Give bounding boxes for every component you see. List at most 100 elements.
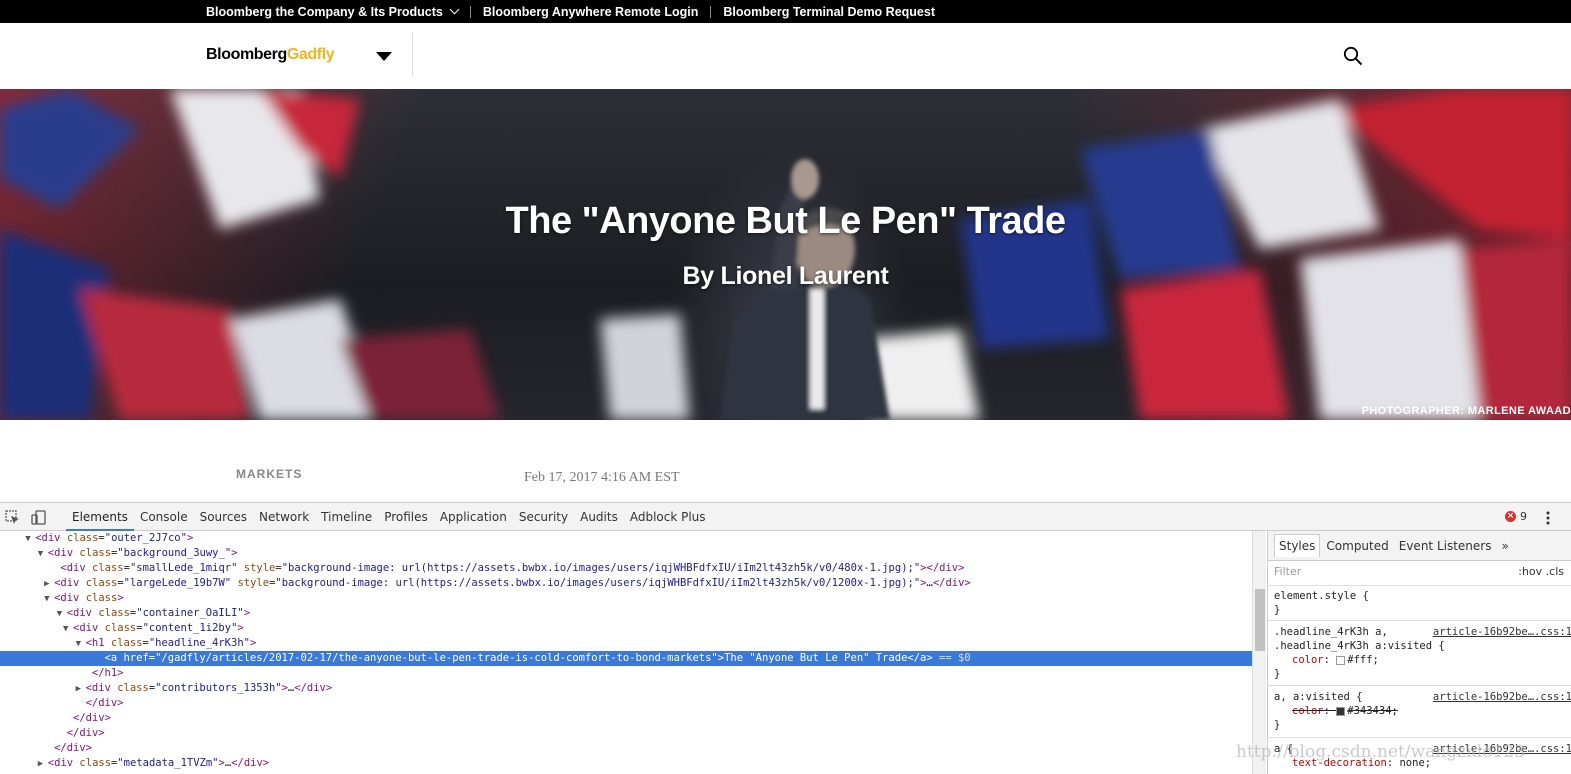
dom-node-selected[interactable]: <a href="/gadfly/articles/2017-02-17/the… [0,651,1252,666]
dom-node-markup: <div class="outer_2J7co"> [35,532,194,544]
dom-node[interactable]: ▼ <div class="outer_2J7co"> [0,531,1252,546]
site-header: BloombergGadfly [0,23,1571,89]
remote-login-link[interactable]: Bloomberg Anywhere Remote Login [483,5,699,19]
more-options-icon[interactable] [1545,510,1551,526]
tab-application[interactable]: Application [434,503,513,531]
dom-node[interactable]: </h1> [0,666,1252,681]
rule-headline-link[interactable]: .headline_4rK3h a, article-16b92be….css:… [1274,625,1571,681]
error-icon: × [1505,511,1516,522]
caret-down-icon[interactable] [376,52,392,61]
dom-node[interactable]: </div> [0,726,1252,741]
rule-divider [1268,685,1571,686]
section-label[interactable]: MARKETS [236,467,302,481]
more-tabs-icon[interactable]: » [1497,535,1512,557]
rule-source-link[interactable]: article-16b92be….css:1 [1433,625,1571,639]
tab-profiles[interactable]: Profiles [378,503,434,531]
bloomberg-gadfly-logo[interactable]: BloombergGadfly [206,46,335,64]
search-icon[interactable] [1343,46,1363,66]
rule-selector: element.style { [1274,590,1369,602]
dom-node[interactable]: ▼ <div class="content_1i2by"> [0,621,1252,636]
rule-value: #fff; [1347,654,1379,666]
scrollbar-thumb[interactable] [1255,589,1265,651]
rule-element-style[interactable]: element.style { } [1274,589,1571,617]
dom-node-markup: <a href="/gadfly/articles/2017-02-17/the… [104,652,971,664]
styles-tabs: Styles Computed Event Listeners » [1268,531,1571,561]
tab-elements[interactable]: Elements [66,503,134,531]
tab-sources[interactable]: Sources [194,503,253,531]
dom-node[interactable]: ▶ <div class="contributors_1353h">…</div> [0,681,1252,696]
tab-styles[interactable]: Styles [1274,534,1321,557]
rule-divider [1268,620,1571,621]
tab-network[interactable]: Network [253,503,315,531]
filter-input[interactable]: Filter [1274,565,1301,578]
expand-triangle-open-icon[interactable]: ▼ [44,592,54,607]
dom-node-markup: <div class> [54,592,124,604]
dom-node-markup: <div class="metadata_1TVZm">…</div> [47,757,270,769]
article-byline[interactable]: By Lionel Laurent [0,262,1571,291]
rule-declaration[interactable]: color: #fff; [1274,653,1571,667]
expand-triangle-closed-icon[interactable]: ▶ [44,577,54,592]
dom-node-markup: </h1> [91,667,124,679]
dom-node-markup: <h1 class="headline_4rK3h"> [85,637,257,649]
tab-adblock-plus[interactable]: Adblock Plus [624,503,712,531]
expand-triangle-open-icon[interactable]: ▼ [38,547,48,562]
chevron-down-icon [449,4,460,15]
dom-node-markup: <div class="smallLede_1miqr" style="back… [60,562,965,574]
top-nav-bar: Bloomberg the Company & Its Products Blo… [0,0,1571,23]
devtools-panel: Elements Console Sources Network Timelin… [0,502,1571,774]
inspect-element-icon[interactable] [5,510,20,525]
tab-timeline[interactable]: Timeline [315,503,378,531]
rule-source-link[interactable]: article-16b92be….css:1 [1433,690,1571,704]
rule-close: } [1274,604,1281,616]
dom-node-markup: <div class="largeLede_19b7W" style="back… [54,577,971,589]
terminal-demo-link[interactable]: Bloomberg Terminal Demo Request [723,5,935,19]
dom-node[interactable]: <div class="smallLede_1miqr" style="back… [0,561,1252,576]
rule-divider [1268,585,1571,586]
dom-node-markup: </div> [66,727,105,739]
color-swatch[interactable] [1336,706,1346,716]
expand-triangle-open-icon[interactable]: ▼ [63,622,73,637]
dom-node[interactable]: ▼ <div class="container_OaILI"> [0,606,1252,621]
logo-gadfly: Gadfly [286,46,335,63]
device-toolbar-icon[interactable] [31,510,46,525]
expand-triangle-open-icon[interactable]: ▼ [76,637,86,652]
expand-triangle-closed-icon[interactable]: ▶ [38,757,48,772]
dom-node[interactable]: ▶ <div class="metadata_1TVZm">…</div> [0,756,1252,771]
color-swatch[interactable] [1336,655,1346,665]
tab-console[interactable]: Console [134,503,194,531]
logo-bloomberg: Bloomberg [206,46,287,63]
watermark: http://blog.csdn.net/wangzido123 [1236,742,1526,762]
rule-selector: .headline_4rK3h a:visited { [1274,640,1445,652]
dom-node[interactable]: ▶ <div class="largeLede_19b7W" style="bac… [0,576,1252,591]
tab-audits[interactable]: Audits [574,503,624,531]
dom-tree-scrollbar[interactable] [1252,531,1266,774]
filter-tools[interactable]: :hov .cls [1518,565,1564,578]
dom-node[interactable]: </div> [0,741,1252,756]
styles-filter[interactable]: Filter :hov .cls [1274,565,1564,578]
tab-event-listeners[interactable]: Event Listeners [1395,535,1496,557]
dom-tree[interactable]: ▼ <div class="outer_2J7co"> ▼ <div class="b… [0,531,1252,774]
tab-security[interactable]: Security [513,503,574,531]
nav-separator [710,5,712,18]
company-products-link[interactable]: Bloomberg the Company & Its Products [206,4,460,19]
company-products-label: Bloomberg the Company & Its Products [206,4,443,19]
dom-node-markup: <div class="content_1i2by"> [73,622,244,634]
dom-node-markup: <div class="contributors_1353h">…</div> [85,682,333,694]
photo-credit: PHOTOGRAPHER: MARLENE AWAAD [1361,405,1571,417]
rule-anchor-visited[interactable]: a, a:visited { article-16b92be….css:1 co… [1274,690,1571,732]
top-nav-links: Bloomberg the Company & Its Products Blo… [206,0,935,23]
expand-triangle-open-icon[interactable]: ▼ [57,607,67,622]
error-counter[interactable]: × 9 [1505,510,1527,523]
dom-node[interactable]: </div> [0,696,1252,711]
expand-triangle-closed-icon[interactable]: ▶ [76,682,86,697]
dom-node[interactable]: ▼ <h1 class="headline_4rK3h"> [0,636,1252,651]
dom-node[interactable]: ▼ <div class> [0,591,1252,606]
tab-computed[interactable]: Computed [1322,535,1392,557]
dom-node[interactable]: ▼ <div class="background_3uwy_"> [0,546,1252,561]
dom-node[interactable]: </div> [0,711,1252,726]
dom-node-markup: </div> [85,697,124,709]
rule-declaration[interactable]: color: #343434; [1274,704,1571,718]
rule-close: } [1274,719,1281,731]
expand-triangle-open-icon[interactable]: ▼ [25,532,35,547]
article-headline[interactable]: The "Anyone But Le Pen" Trade [0,200,1571,243]
